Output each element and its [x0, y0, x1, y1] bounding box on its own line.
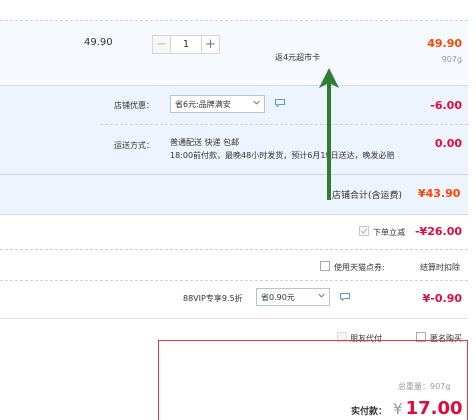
- divider: [0, 249, 468, 250]
- shipping-amount: 0.00: [434, 137, 462, 150]
- item-total-price: 49.90: [427, 37, 462, 50]
- divider: [0, 174, 468, 175]
- vip-discount-amount: ¥-0.90: [422, 292, 462, 305]
- item-weight: 907g: [441, 55, 462, 64]
- coupon-checkbox[interactable]: [320, 261, 330, 271]
- decrease-quantity-button[interactable]: −: [152, 35, 171, 54]
- unit-price: 49.90: [84, 37, 113, 48]
- vip-discount-select-value: 省0.90元: [261, 292, 295, 302]
- increase-quantity-button[interactable]: +: [201, 35, 220, 54]
- actual-payment: 实付款： ¥ 17.00: [351, 398, 463, 419]
- actual-payment-label: 实付款：: [351, 407, 388, 417]
- shop-total-label: 店铺合计(含运费): [332, 191, 403, 201]
- shop-discount-select[interactable]: 省6元:品牌满安: [170, 95, 265, 113]
- vip-discount-select[interactable]: 省0.90元: [256, 288, 330, 306]
- chat-icon[interactable]: [340, 293, 350, 301]
- shop-discount-amount: -6.00: [430, 99, 462, 112]
- divider: [100, 124, 468, 125]
- divider: [0, 318, 468, 319]
- check-icon: [360, 228, 368, 234]
- shop-discount-select-value: 省6元:品牌满安: [175, 99, 231, 109]
- shipping-note: 18:00前付款，最晚48小时发货，预计6月19日送达，晚发必赔: [170, 151, 395, 160]
- shipping-label: 运送方式：: [114, 141, 154, 150]
- divider: [0, 280, 468, 281]
- quantity-stepper[interactable]: − 1 +: [152, 35, 220, 54]
- instant-discount-label: 下单立减: [373, 228, 405, 237]
- coupon-label: 使用天猫点券:: [334, 263, 385, 272]
- shipping-method: 普通配送 快递 包邮: [170, 138, 240, 147]
- shop-discount-label: 店铺优惠：: [114, 101, 154, 110]
- chat-icon[interactable]: [275, 99, 285, 107]
- actual-payment-value: 17.00: [405, 398, 463, 419]
- currency-symbol: ¥: [393, 400, 403, 418]
- total-weight-label: 总重量：: [398, 382, 430, 391]
- vip-discount-label: 88VIP专享9.5折: [183, 294, 243, 303]
- chevron-down-icon: [318, 293, 325, 298]
- instant-discount-value: -¥26.00: [414, 225, 462, 238]
- arrow-up-icon: [319, 68, 339, 200]
- chevron-down-icon: [253, 100, 260, 105]
- total-weight: 总重量：907g: [398, 381, 450, 392]
- total-weight-value: 907g: [430, 382, 451, 391]
- item-row: [0, 20, 468, 85]
- shop-total-value: ¥43.90: [418, 187, 461, 200]
- coupon-note: 结算时扣除: [420, 263, 460, 272]
- rebate-text: 返4元超市卡: [275, 53, 321, 62]
- quantity-input[interactable]: 1: [171, 35, 201, 54]
